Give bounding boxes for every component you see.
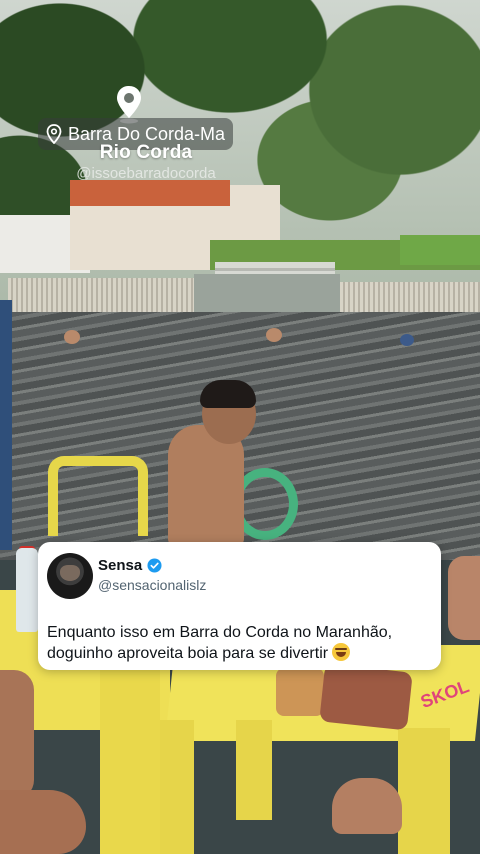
tweet-author[interactable]: Sensa <box>98 557 162 574</box>
yellow-chair-back <box>48 456 148 536</box>
table-leg <box>236 720 272 820</box>
house-roof <box>70 180 230 206</box>
tweet-text: Enquanto isso em Barra do Corda no Maran… <box>47 622 439 664</box>
table-leg <box>398 728 450 854</box>
table-leg <box>160 720 194 854</box>
stone-ledge <box>194 274 340 316</box>
table-leg <box>100 670 160 854</box>
feet <box>332 778 402 834</box>
swimmer <box>64 330 80 344</box>
location-title: Rio Corda <box>99 142 193 163</box>
tweet-card[interactable]: Sensa @sensacionalislz Enquanto isso em … <box>38 542 441 670</box>
boy-hair <box>200 380 256 408</box>
jar <box>276 668 324 716</box>
avatar-face <box>60 565 80 581</box>
water-bottle <box>16 548 38 632</box>
wooden-board <box>319 663 413 731</box>
swimmer <box>266 328 282 342</box>
arm <box>0 670 34 800</box>
author-handle[interactable]: @sensacionalislz <box>98 577 206 593</box>
laughing-emoji-icon <box>332 643 351 661</box>
location-handle: @issoebarradocorda <box>76 165 216 182</box>
location-pin-icon <box>46 124 62 144</box>
swimmer <box>400 334 414 346</box>
verified-badge-icon <box>147 558 162 573</box>
bamboo-wall-left <box>8 278 194 314</box>
avatar[interactable] <box>47 553 93 599</box>
blue-pillar <box>0 300 12 550</box>
leg <box>448 556 480 640</box>
author-name: Sensa <box>98 557 143 574</box>
lawn-right <box>400 235 480 265</box>
hand <box>0 790 86 854</box>
